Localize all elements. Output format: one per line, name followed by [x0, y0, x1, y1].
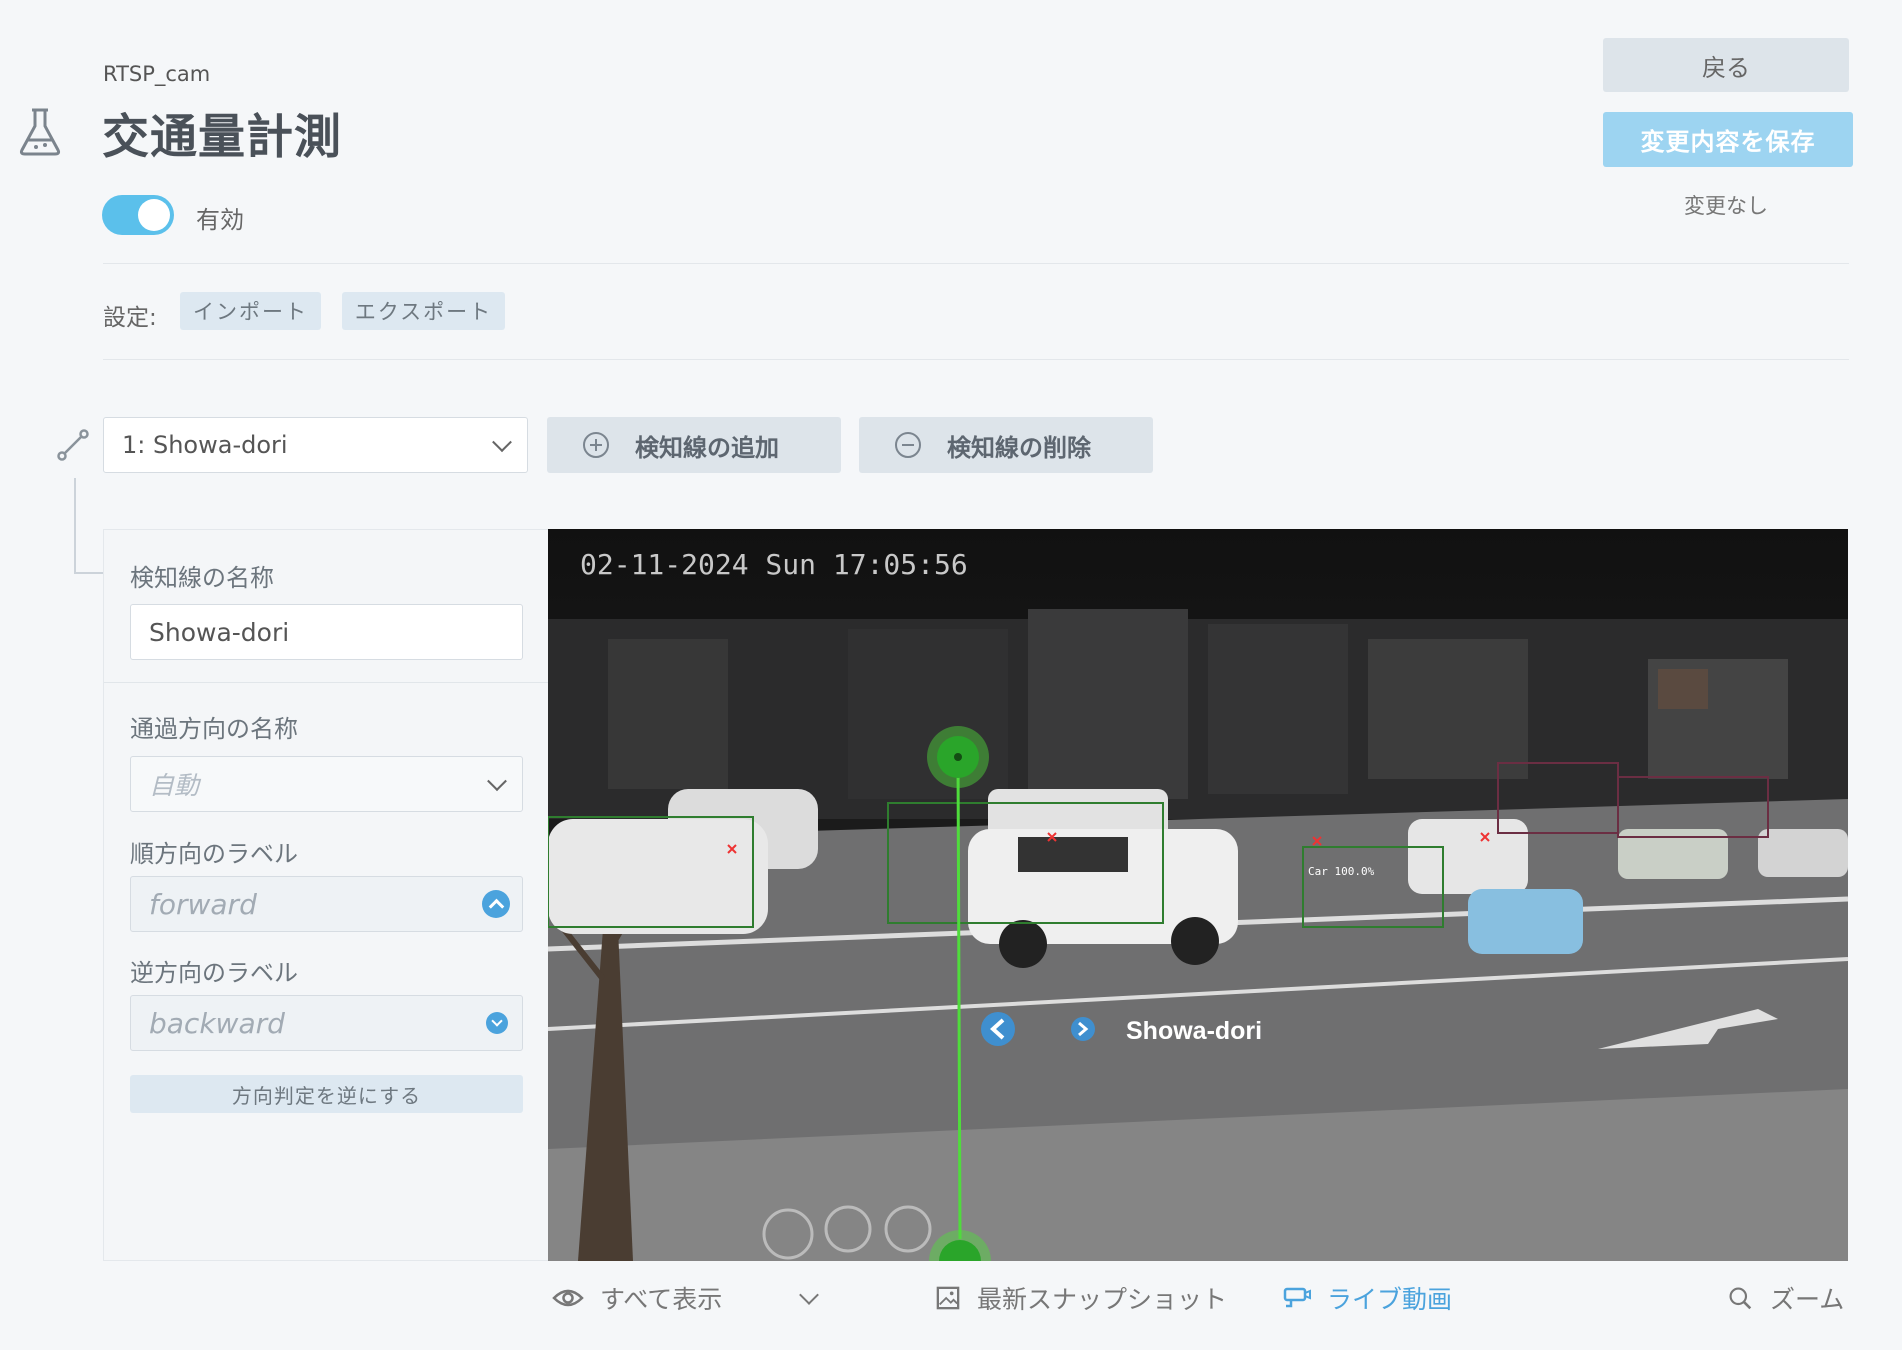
detection-label: Car 100.0% [1308, 865, 1375, 878]
camera-icon [1283, 1287, 1311, 1308]
detection-line-icon [57, 429, 89, 461]
image-icon [936, 1286, 960, 1310]
camera-frame: Car 100.0% Showa-dori [548, 529, 1848, 1261]
export-button[interactable]: エクスポート [342, 292, 505, 330]
reverse-direction-button[interactable]: 方向判定を逆にする [130, 1075, 523, 1113]
chevron-down-icon [799, 1285, 820, 1305]
chevron-up-circle-icon[interactable] [482, 890, 510, 918]
detection-line[interactable] [956, 756, 962, 1240]
line-name-input[interactable]: Showa-dori [130, 604, 523, 660]
add-line-label: 検知線の追加 [635, 433, 779, 462]
chevron-right-icon[interactable] [1071, 1017, 1095, 1041]
snapshot-label: 最新スナップショット [977, 1285, 1228, 1314]
live-video-label: ライブ動画 [1327, 1285, 1453, 1314]
eye-icon [552, 1289, 584, 1307]
panel-divider [104, 682, 548, 683]
forward-label-value: forward [149, 887, 257, 921]
page-title: 交通量計測 [102, 110, 342, 165]
camera-view[interactable]: Car 100.0% Showa-dori [548, 529, 1848, 1261]
tree-connector [74, 478, 104, 574]
import-button[interactable]: インポート [180, 292, 321, 330]
camera-name: RTSP_cam [103, 62, 211, 86]
delete-line-button[interactable]: 検知線の削除 [859, 417, 1153, 473]
direction-name-placeholder: 自動 [149, 771, 200, 800]
show-all-label: すべて表示 [600, 1285, 723, 1314]
snapshot-tab[interactable]: 最新スナップショット [935, 1280, 1227, 1316]
video-timestamp: 02-11-2024 Sun 17:05:56 [580, 548, 968, 581]
chevron-down-icon [492, 432, 512, 453]
add-line-button[interactable]: 検知線の追加 [547, 417, 841, 473]
line-name-value: Showa-dori [149, 617, 290, 647]
detection-line-label: Showa-dori [1126, 1017, 1262, 1045]
chevron-down-circle-icon[interactable] [486, 1012, 508, 1034]
chevron-down-icon [487, 771, 507, 792]
zoom-button[interactable]: ズーム [1726, 1280, 1844, 1316]
back-button[interactable]: 戻る [1603, 38, 1849, 92]
chevron-left-icon[interactable] [981, 1012, 1015, 1046]
detection-line-select[interactable]: 1: Showa-dori [103, 417, 528, 473]
settings-label: 設定: [103, 305, 157, 331]
direction-name-label: 通過方向の名称 [130, 715, 298, 743]
flask-icon [19, 108, 61, 156]
live-video-tab[interactable]: ライブ動画 [1283, 1280, 1452, 1316]
plus-circle-icon [583, 432, 609, 458]
show-all-dropdown[interactable]: すべて表示 [552, 1280, 820, 1316]
backward-label-value: backward [149, 1006, 285, 1040]
enabled-label: 有効 [196, 206, 244, 234]
divider [103, 263, 1849, 264]
delete-line-label: 検知線の削除 [947, 433, 1091, 462]
search-icon [1729, 1287, 1752, 1310]
backward-label-input[interactable]: backward [130, 995, 523, 1051]
divider [103, 359, 1849, 360]
zoom-label: ズーム [1770, 1285, 1845, 1314]
backward-label-label: 逆方向のラベル [130, 959, 298, 987]
line-name-label: 検知線の名称 [130, 564, 274, 592]
detection-line-select-value: 1: Showa-dori [122, 431, 288, 459]
forward-label-input[interactable]: forward [130, 876, 523, 932]
forward-label-label: 順方向のラベル [130, 840, 298, 868]
direction-name-select[interactable]: 自動 [130, 756, 523, 812]
minus-circle-icon [895, 432, 921, 458]
save-status-text: 変更なし [1684, 194, 1768, 218]
save-button[interactable]: 変更内容を保存 [1603, 112, 1853, 167]
enabled-toggle[interactable] [102, 195, 174, 235]
